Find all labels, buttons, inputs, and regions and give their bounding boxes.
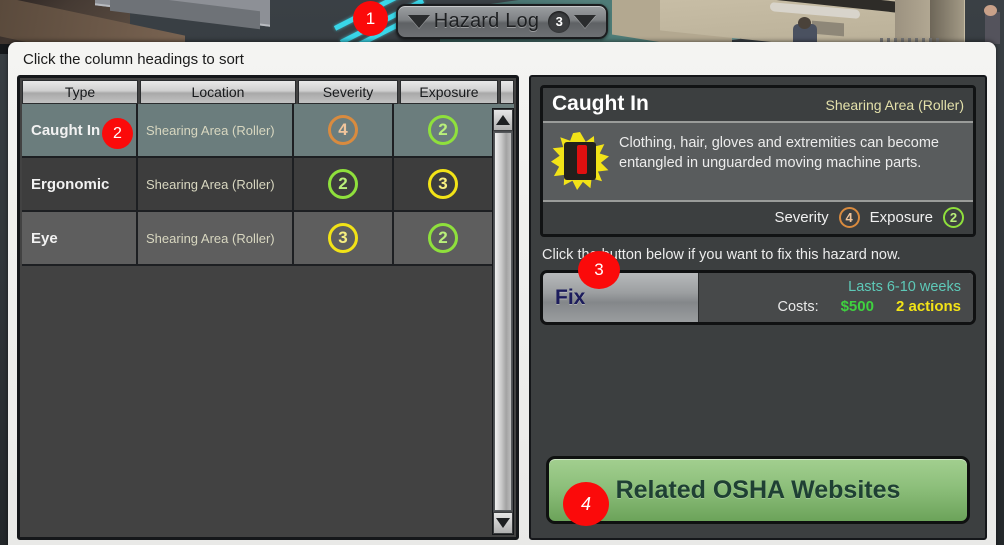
- scene-worker-2-head: [984, 5, 997, 16]
- annotation-marker-2: 2: [102, 118, 133, 149]
- cell-exposure: 2: [394, 212, 492, 266]
- sort-hint-text: Click the column headings to sort: [23, 51, 244, 68]
- detail-footer: Severity 4 Exposure 2: [543, 202, 973, 234]
- scrollbar-track[interactable]: [493, 131, 513, 512]
- severity-badge: 2: [328, 169, 358, 199]
- cell-location: Shearing Area (Roller): [138, 104, 294, 158]
- detail-severity-badge: 4: [838, 207, 860, 228]
- tab-title: Hazard Log: [433, 10, 540, 32]
- detail-title: Caught In: [552, 92, 649, 115]
- column-header-location[interactable]: Location: [140, 80, 296, 104]
- chevron-left-icon[interactable]: [408, 15, 430, 28]
- scene-worker-2-body: [985, 12, 1000, 44]
- detail-exposure-label: Exposure: [869, 209, 933, 226]
- cell-location: Shearing Area (Roller): [138, 158, 294, 212]
- fix-costs-row: Costs: $500 2 actions: [778, 298, 962, 315]
- fix-button-label: Fix: [555, 285, 586, 309]
- column-header-severity[interactable]: Severity: [298, 80, 398, 104]
- annotation-marker-1: 1: [353, 1, 388, 36]
- fix-costs-label: Costs:: [777, 298, 819, 315]
- right-column-spacer: [540, 325, 976, 456]
- cell-type: Ergonomic: [22, 158, 138, 212]
- hazard-detail-card: Caught In Shearing Area (Roller) Clothin…: [540, 85, 976, 237]
- table-header-row: Type Location Severity Exposure: [20, 78, 516, 104]
- column-header-exposure[interactable]: Exposure: [400, 80, 498, 104]
- cell-severity: 4: [294, 104, 394, 158]
- app-root: Hazard Log 3 Click the column headings t…: [0, 0, 1004, 545]
- detail-severity-label: Severity: [774, 209, 829, 226]
- fix-cost-money: $500: [840, 297, 874, 315]
- exposure-badge: 3: [428, 169, 458, 199]
- hazard-table: Type Location Severity Exposure Caught I…: [17, 75, 519, 540]
- hazard-log-tab-selector[interactable]: Hazard Log 3: [396, 4, 608, 39]
- detail-header: Caught In Shearing Area (Roller): [543, 88, 973, 123]
- table-body: Caught In Shearing Area (Roller) 4 2 Ergonom…: [20, 104, 516, 537]
- table-row[interactable]: Caught In Shearing Area (Roller) 4 2: [22, 104, 514, 158]
- exposure-badge: 2: [428, 223, 458, 253]
- tab-count-badge: 3: [548, 10, 571, 33]
- scrollbar-thumb[interactable]: [494, 132, 512, 511]
- osha-button-label: Related OSHA Websites: [615, 475, 901, 504]
- severity-badge: 3: [328, 223, 358, 253]
- table-row[interactable]: Eye Shearing Area (Roller) 3 2: [22, 212, 514, 266]
- fix-duration: Lasts 6-10 weeks: [848, 278, 961, 295]
- annotation-marker-3: 3: [578, 251, 620, 289]
- detail-exposure-badge: 2: [943, 207, 964, 228]
- scroll-down-arrow-icon[interactable]: [493, 512, 513, 534]
- column-header-type[interactable]: Type: [22, 80, 138, 104]
- hazard-log-panel: Click the column headings to sort Type L…: [8, 42, 996, 545]
- cell-exposure: 3: [394, 158, 492, 212]
- fix-button-left: Fix: [543, 273, 698, 322]
- fix-button-info: Lasts 6-10 weeks Costs: $500 2 actions: [698, 273, 973, 322]
- table-row[interactable]: Ergonomic Shearing Area (Roller) 2 3: [22, 158, 514, 212]
- column-header-spacer: [500, 80, 514, 104]
- chevron-right-icon[interactable]: [574, 15, 596, 28]
- related-osha-websites-button[interactable]: Related OSHA Websites: [546, 456, 970, 524]
- cell-exposure: 2: [394, 104, 492, 158]
- cell-type: Eye: [22, 212, 138, 266]
- cell-location: Shearing Area (Roller): [138, 212, 294, 266]
- annotation-marker-4: 4: [563, 482, 609, 526]
- cell-severity: 2: [294, 158, 394, 212]
- hazard-detail-column: Caught In Shearing Area (Roller) Clothin…: [529, 75, 987, 540]
- detail-location: Shearing Area (Roller): [825, 97, 964, 113]
- detail-description: Clothing, hair, gloves and extremities c…: [619, 135, 939, 171]
- tab-selector-center: Hazard Log 3: [433, 10, 571, 33]
- scroll-up-arrow-icon[interactable]: [493, 109, 513, 131]
- severity-badge: 4: [328, 115, 358, 145]
- warning-starburst-icon: [551, 132, 609, 190]
- panel-body: Type Location Severity Exposure Caught I…: [17, 75, 987, 540]
- table-scrollbar[interactable]: [492, 108, 514, 535]
- detail-body: Clothing, hair, gloves and extremities c…: [543, 123, 973, 202]
- fix-cost-actions: 2 actions: [895, 297, 961, 315]
- exposure-badge: 2: [428, 115, 458, 145]
- scene-worker-head: [798, 17, 811, 29]
- cell-severity: 3: [294, 212, 394, 266]
